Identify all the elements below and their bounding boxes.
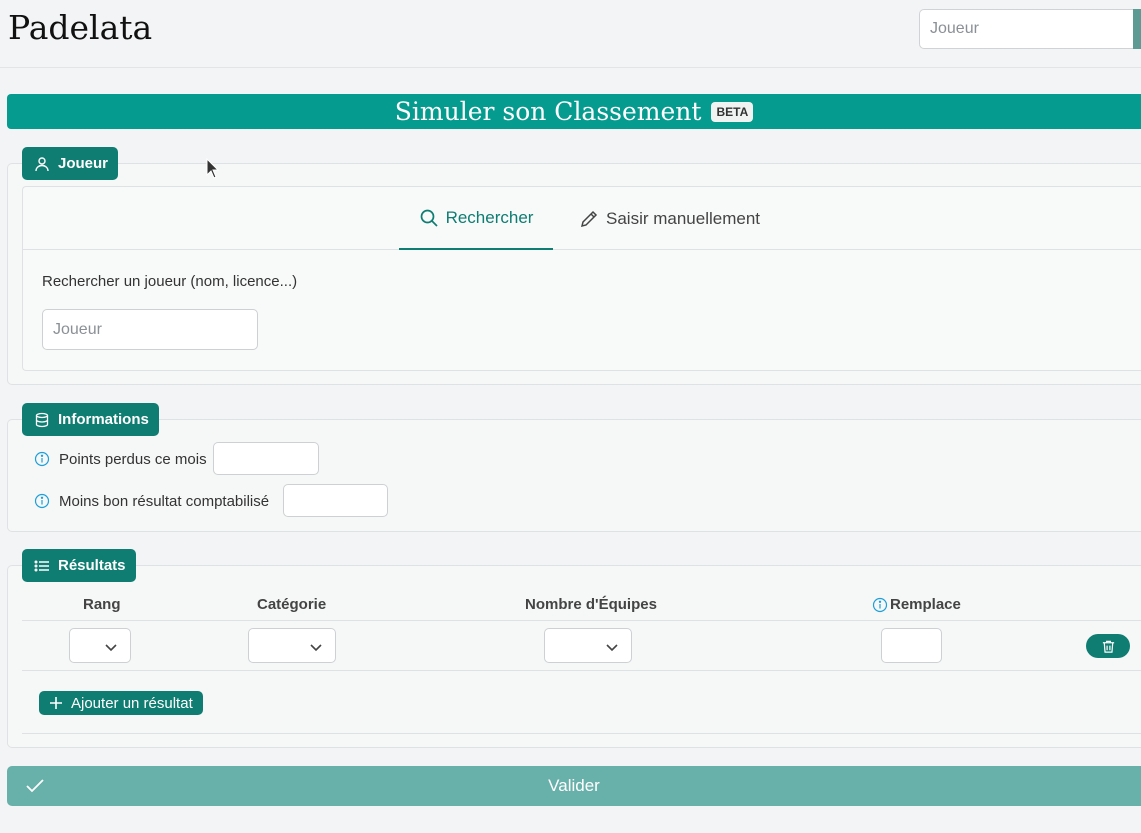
- beta-badge: BETA: [711, 101, 754, 122]
- remplace-input[interactable]: [881, 628, 942, 663]
- informations-section-chip: Informations: [22, 403, 159, 436]
- search-icon: [420, 209, 438, 227]
- rang-select[interactable]: [69, 628, 131, 663]
- mouse-cursor-icon: [206, 158, 220, 179]
- joueur-chip-label: Joueur: [58, 155, 109, 172]
- chevron-down-icon: [310, 644, 322, 652]
- search-player-label: Rechercher un joueur (nom, licence...): [42, 273, 298, 290]
- nombre-equipes-select[interactable]: [544, 628, 632, 663]
- table-row-divider: [22, 670, 1141, 671]
- user-icon: [35, 156, 49, 171]
- moins-bon-resultat-label: Moins bon résultat comptabilisé: [59, 493, 270, 510]
- tab-saisir-label: Saisir manuellement: [606, 208, 761, 228]
- info-icon[interactable]: [34, 451, 50, 467]
- list-icon: [34, 560, 49, 571]
- database-icon: [35, 412, 49, 427]
- header-search-input[interactable]: [919, 9, 1141, 49]
- chevron-down-icon: [606, 644, 618, 652]
- page-title-banner: Simuler son Classement BETA: [7, 94, 1141, 129]
- info-icon[interactable]: [872, 597, 888, 613]
- validate-label: Valider: [548, 776, 600, 795]
- brand-logo-text[interactable]: Padelata: [8, 8, 152, 47]
- resultats-section-chip: Résultats: [22, 549, 136, 582]
- pencil-icon: [580, 210, 598, 227]
- points-perdus-input[interactable]: [213, 442, 319, 475]
- table-header-divider: [22, 620, 1141, 621]
- add-result-label: Ajouter un résultat: [71, 694, 193, 712]
- column-header-nombre-equipes: Nombre d'Équipes: [525, 596, 657, 613]
- check-icon: [26, 779, 44, 793]
- points-perdus-label: Points perdus ce mois: [59, 451, 207, 468]
- informations-chip-label: Informations: [58, 411, 149, 428]
- player-search-input[interactable]: [42, 309, 258, 350]
- header-search-button[interactable]: [1133, 9, 1141, 49]
- info-icon[interactable]: [34, 493, 50, 509]
- delete-row-button[interactable]: [1086, 634, 1130, 658]
- page-title: Simuler son Classement: [394, 97, 702, 126]
- trash-icon: [1102, 640, 1114, 653]
- top-bar: Padelata: [0, 0, 1141, 68]
- validate-button[interactable]: Valider: [7, 766, 1141, 806]
- plus-icon: [50, 697, 62, 709]
- column-header-remplace: Remplace: [890, 596, 961, 613]
- categorie-select[interactable]: [248, 628, 336, 663]
- add-result-button[interactable]: Ajouter un résultat: [39, 691, 203, 715]
- informations-panel: [7, 419, 1141, 532]
- tab-saisir-manuellement[interactable]: Saisir manuellement: [579, 187, 760, 250]
- column-header-rang: Rang: [83, 596, 121, 613]
- resultats-bottom-divider: [22, 733, 1141, 734]
- resultats-chip-label: Résultats: [58, 557, 126, 574]
- joueur-section-chip: Joueur: [22, 147, 119, 180]
- tab-rechercher-label: Rechercher: [445, 207, 534, 227]
- tab-rechercher[interactable]: Rechercher: [399, 187, 553, 250]
- column-header-categorie: Catégorie: [257, 596, 327, 613]
- chevron-down-icon: [105, 644, 117, 652]
- moins-bon-resultat-input[interactable]: [283, 484, 388, 517]
